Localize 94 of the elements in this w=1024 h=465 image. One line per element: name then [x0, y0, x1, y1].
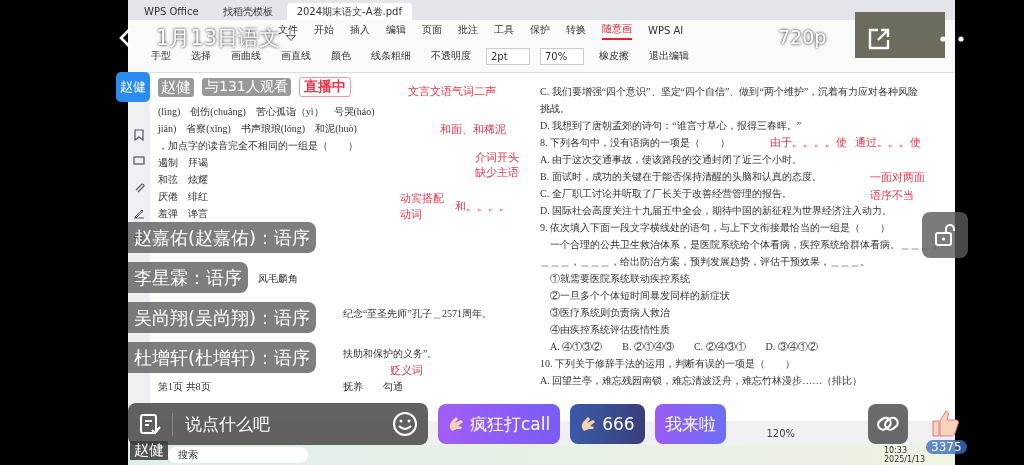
- document-line: A. 由于这次交通事故，使该路段的交通封闭了近三个小时。: [540, 153, 803, 167]
- document-line: 羞弹 谗言: [158, 207, 208, 221]
- handwritten-note: 动宾搭配: [400, 191, 444, 206]
- taskbar-search-field[interactable]: 搜索: [168, 447, 308, 463]
- toolbar-button[interactable]: 选择: [186, 46, 216, 66]
- chat-comment: 李星霖：语序: [128, 262, 248, 293]
- document-line: 厌倦 绯红: [158, 190, 208, 204]
- menu-tab[interactable]: 批注: [458, 21, 478, 39]
- live-status: 直播中: [298, 77, 351, 97]
- document-line: 挑战。: [540, 102, 570, 116]
- document-line: 8. 下列各句中，没有语病的一项是（ ）: [540, 136, 730, 150]
- toolbar-button[interactable]: 线条粗细: [366, 46, 416, 66]
- dropdown-field[interactable]: 70%: [540, 47, 584, 65]
- handwritten-note: 贬义词: [390, 363, 423, 378]
- toolbar-button[interactable]: 手型: [146, 46, 176, 66]
- handwritten-note: 和面、和稀泥: [440, 122, 506, 137]
- document-line: D. 我想到了唐朝孟郊的诗句：“谁言寸草心，报得三春晖。”: [540, 119, 802, 133]
- link-button[interactable]: [867, 404, 908, 444]
- handwritten-note: 一面对两面: [870, 170, 925, 185]
- toolbar-button[interactable]: 画直线: [276, 46, 316, 66]
- unlock-icon: [934, 224, 956, 246]
- document-line: 9. 依次填入下面一段文字横线处的语句，与上下文衔接最恰当的一组是（ ）: [540, 221, 890, 235]
- document-line: 和弦 炫耀: [158, 173, 208, 187]
- document-tab[interactable]: 找稻壳模板: [212, 3, 283, 20]
- toolbar-button[interactable]: 退出编辑: [644, 46, 694, 66]
- quick-reply-button[interactable]: 我来啦: [654, 404, 726, 444]
- thumbs-up-icon[interactable]: [930, 408, 960, 438]
- host-name: 赵健: [158, 77, 194, 97]
- menu-tab[interactable]: 转换: [566, 21, 586, 39]
- document-tab[interactable]: 2024期末语文-A卷.pdf: [286, 3, 412, 20]
- handwritten-note: 文言文语气词二声: [408, 84, 496, 99]
- document-line: ①就需要医院系统联动疾控系统: [549, 272, 690, 286]
- menu-tab[interactable]: 编辑: [386, 21, 406, 39]
- chat-comment: 赵嘉佑(赵嘉佑)：语序: [128, 222, 317, 253]
- menu-tab[interactable]: 工具: [494, 21, 514, 39]
- document-line: (lìng) 创伤(chuāng) 苦心孤诣（yì） 号哭(háo): [158, 105, 375, 119]
- handwritten-note: 由于。。。。使: [770, 135, 847, 150]
- quality-selector[interactable]: 720p: [778, 26, 827, 48]
- dropdown-field[interactable]: 2pt: [486, 47, 530, 65]
- chat-comment: 杜增轩(杜增轩)：语序: [128, 342, 317, 373]
- paperclip-icon: [133, 181, 145, 193]
- document-line: B. 面试时，成功的关键在于能否保持清醒的头脑和认真的态度。: [540, 170, 822, 184]
- like-count: 3375: [926, 440, 967, 454]
- handwritten-note: 介词开头: [475, 150, 519, 165]
- document-line: ③医疗系统则负责病人救治: [549, 306, 670, 320]
- menu-tab[interactable]: 开始: [314, 21, 334, 39]
- share-icon[interactable]: [867, 27, 891, 51]
- document-line: ④由疾控系统评估疫情性质: [549, 323, 670, 337]
- quick-reply-button[interactable]: 666: [570, 404, 645, 444]
- document-line: ②一旦多个个体短时间暴发同样的新症状: [549, 289, 730, 303]
- document-line: 一个合理的公共卫生救治体系，是医院系统给个体看病，疾控系统给群体看病。＿＿＿，: [549, 238, 940, 252]
- document-line: ，加点字的读音完全不相同的一组是（ ）: [158, 139, 358, 153]
- handwritten-note: 通过。。。使: [855, 135, 921, 150]
- toolbar-button[interactable]: 不透明度: [426, 46, 476, 66]
- document-line: 抚养 勾通: [343, 380, 403, 394]
- document-line: D. 国际社会高度关注十九届五中全会，期待中国的新征程为世界经济注入动力。: [540, 204, 893, 218]
- document-line: C. 全厂职工讨论并听取了厂长关于改善经营管理的报告。: [540, 187, 792, 201]
- document-line: C. 我们要增强“四个意识”、坚定“四个自信”、做到“两个维护”，沉着有力应对各种风险: [540, 85, 919, 99]
- note-check-icon: [138, 412, 162, 436]
- toolbar-button[interactable]: 橡皮擦: [594, 46, 634, 66]
- document-line: 遏制 拜谒: [158, 156, 208, 170]
- clock-date: 2025/1/13: [883, 455, 925, 464]
- viewer-count: 与131人观看: [202, 78, 291, 96]
- comment-icon: [133, 155, 145, 167]
- quick-reply-button[interactable]: 疯狂打call: [438, 404, 561, 444]
- document-line: jiān) 省察(xǐng) 书声琅琅(lóng) 和泥(huò): [158, 122, 357, 136]
- toolbar-button[interactable]: 颜色: [326, 46, 356, 66]
- menu-tab[interactable]: 文件: [278, 21, 298, 39]
- handwritten-note: 和。。。。: [455, 199, 510, 214]
- bookmark-icon: [133, 129, 145, 141]
- pen-icon: [133, 207, 145, 219]
- document-tab[interactable]: WPS Office: [134, 3, 209, 20]
- handwritten-note: 语序不当: [870, 188, 914, 203]
- chat-comment: 吴尚翔(吴尚翔)：语序: [128, 302, 317, 333]
- document-line: 10. 下列关于修辞手法的运用，判断有误的一项是（ ）: [540, 357, 795, 371]
- document-line: 扶助和保护的义务”。: [343, 347, 438, 361]
- clock-time: 10:33: [883, 446, 909, 455]
- menu-tab[interactable]: 保护: [530, 21, 550, 39]
- handwritten-note: 缺少主语: [475, 165, 519, 180]
- document-line: ＿＿＿，＿＿＿，给出防治方案，预判发展趋势，评估干预效果，＿＿＿。: [540, 255, 870, 269]
- lock-button[interactable]: [922, 212, 968, 258]
- more-icon[interactable]: [940, 36, 964, 42]
- document-line: 纪念“至圣先师”孔子＿2571周年。: [343, 307, 492, 321]
- smiley-icon[interactable]: [392, 411, 418, 437]
- menu-tab[interactable]: 页面: [422, 21, 442, 39]
- menu-tab[interactable]: 插入: [350, 21, 370, 39]
- handwritten-note: 动词: [400, 207, 422, 222]
- menu-tab[interactable]: WPS AI: [648, 22, 684, 38]
- document-line: 凤毛麟角: [258, 272, 298, 286]
- document-line: A. 回望兰亭，难忘残园南锁，难忘清波泛舟，难忘竹林漫步……（排比）: [540, 374, 863, 388]
- document-line: A. ④①③② B. ②①④③ C. ②④③① D. ③④①②: [549, 340, 818, 354]
- page-indicator: 第1页 共8页: [158, 380, 212, 394]
- presenter-label: 赵健: [130, 441, 168, 460]
- zoom-level: 120%: [766, 427, 796, 439]
